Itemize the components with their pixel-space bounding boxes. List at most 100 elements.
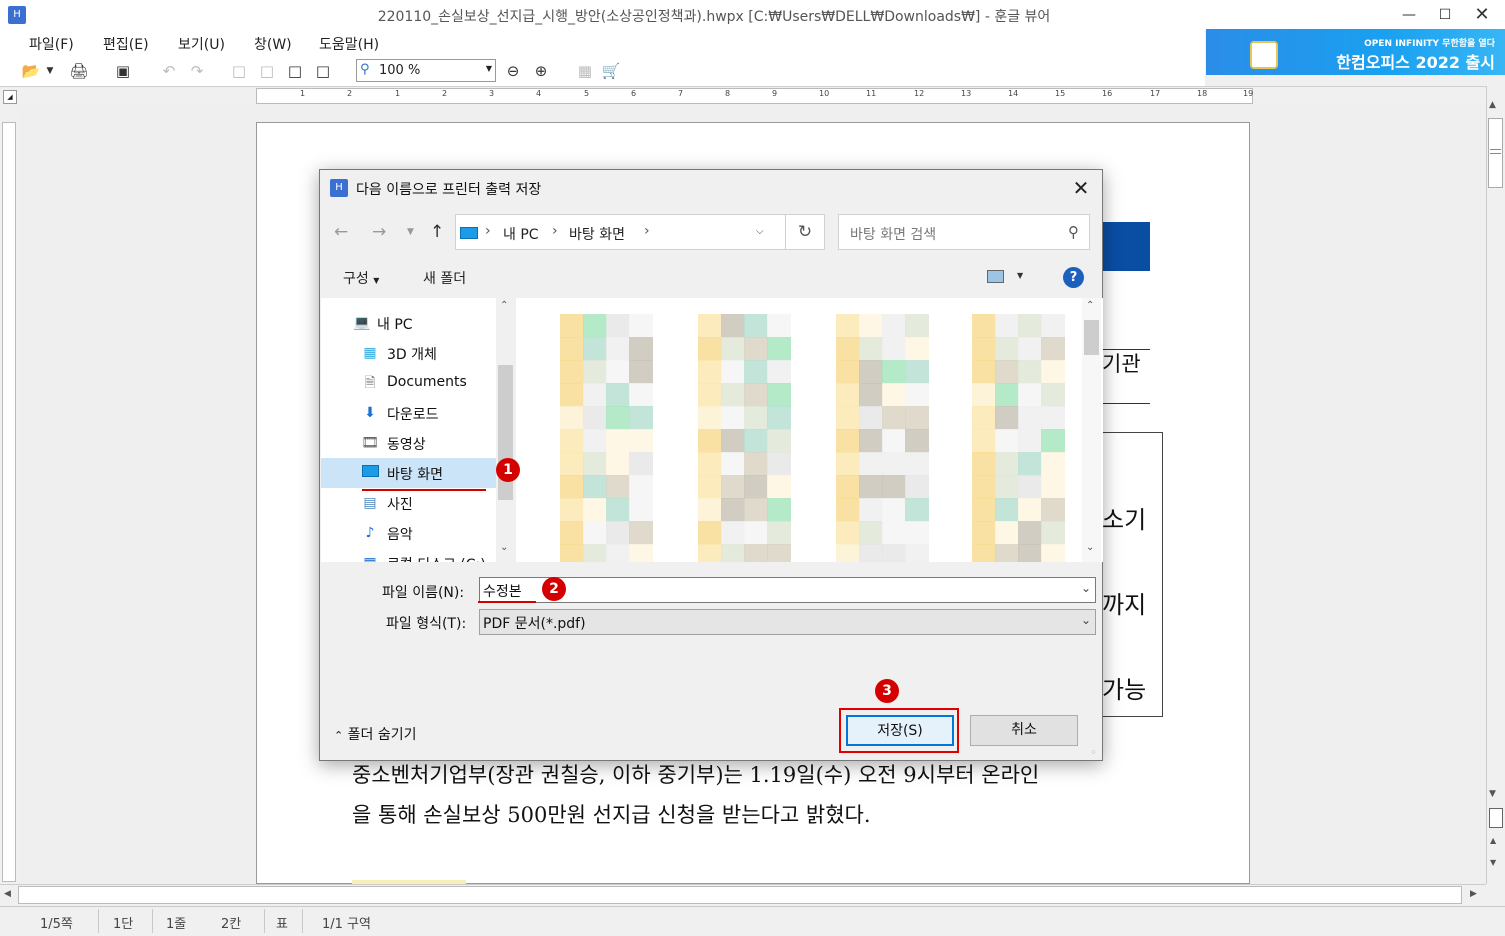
nav-item-local-disk[interactable]: ▦ 로컬 디스크 (C:) xyxy=(321,548,496,562)
find-icon[interactable]: ▣ xyxy=(112,60,134,82)
blurred-tile xyxy=(721,452,745,476)
blurred-tile xyxy=(995,429,1019,453)
open-folder-icon[interactable]: 📂 xyxy=(20,60,42,82)
blurred-tile xyxy=(1041,498,1065,522)
blurred-tile xyxy=(560,383,584,407)
zoom-in-icon[interactable]: ⊕ xyxy=(530,60,552,82)
breadcrumb-my-pc[interactable]: 내 PC xyxy=(503,224,539,244)
close-icon[interactable]: ✕ xyxy=(1459,0,1505,30)
blurred-tile xyxy=(767,429,791,453)
blurred-tile xyxy=(972,429,996,453)
scroll-down-icon[interactable]: ▼ xyxy=(1489,789,1496,799)
nav-item-documents[interactable]: 🗎 Documents xyxy=(321,368,496,398)
page-next-icon[interactable]: □ xyxy=(284,60,306,82)
blurred-tile xyxy=(606,498,630,522)
nav-item-music[interactable]: ♪ 음악 xyxy=(321,518,496,548)
page-up-icon[interactable]: ▲ xyxy=(1490,836,1496,845)
new-folder-button[interactable]: 새 폴더 xyxy=(423,268,466,288)
menu-edit[interactable]: 편집(E) xyxy=(103,34,149,54)
scroll-right-icon[interactable]: ▶ xyxy=(1470,889,1477,899)
blurred-tile xyxy=(583,360,607,384)
nav-item-my-pc[interactable]: 💻 내 PC xyxy=(321,308,496,338)
file-type-select[interactable]: PDF 문서(*.pdf) ⌄ xyxy=(479,609,1096,635)
nav-item-label: 음악 xyxy=(387,527,413,543)
chevron-down-icon[interactable]: ▼ xyxy=(1017,271,1023,280)
vertical-ruler[interactable] xyxy=(2,122,16,882)
vertical-scrollbar[interactable]: ▲ ▼ ▲ ▼ xyxy=(1486,86,1505,884)
recent-dropdown-icon[interactable]: ▼ xyxy=(407,227,414,237)
blurred-tile xyxy=(905,429,929,453)
ruler-label: 8 xyxy=(725,89,731,98)
scroll-left-icon[interactable]: ◀ xyxy=(4,889,11,899)
scroll-up-icon[interactable]: ⌃ xyxy=(1086,300,1094,311)
scroll-up-icon[interactable]: ▲ xyxy=(1489,100,1496,110)
dropdown-arrow-icon[interactable]: ▼ xyxy=(44,60,56,82)
undo-icon[interactable]: ↶ xyxy=(158,60,180,82)
blurred-tile xyxy=(882,452,906,476)
ruler-label: 9 xyxy=(772,89,778,98)
horizontal-ruler[interactable]: 1 2 1 2 3 4 5 6 7 8 9 10 11 12 13 14 15 16 17 18 19 xyxy=(256,88,1253,104)
page-view-icon[interactable] xyxy=(1489,808,1503,828)
zoom-out-icon[interactable]: ⊖ xyxy=(502,60,524,82)
scroll-up-icon[interactable]: ⌃ xyxy=(500,300,508,311)
chevron-down-icon[interactable]: ⌵ xyxy=(756,226,764,237)
nav-item-downloads[interactable]: ⬇ 다운로드 xyxy=(321,398,496,428)
scroll-down-icon[interactable]: ⌄ xyxy=(1086,542,1094,553)
up-icon[interactable]: ↑ xyxy=(430,222,444,242)
help-icon[interactable]: ? xyxy=(1063,267,1084,288)
cart-icon[interactable]: 🛒 xyxy=(600,60,622,82)
blurred-tile xyxy=(1018,452,1042,476)
menu-view[interactable]: 보기(U) xyxy=(178,34,225,54)
breadcrumb-desktop[interactable]: 바탕 화면 xyxy=(569,224,625,244)
forward-icon[interactable]: → xyxy=(372,222,386,242)
nav-item-videos[interactable]: 🎞 동영상 xyxy=(321,428,496,458)
menu-help[interactable]: 도움말(H) xyxy=(319,34,379,54)
status-table: 표 xyxy=(276,917,288,932)
annotation-underline-2 xyxy=(478,601,536,603)
chevron-down-icon[interactable]: ⌄ xyxy=(1081,613,1091,627)
horizontal-scroll-thumb[interactable] xyxy=(18,886,1462,904)
close-icon[interactable]: ✕ xyxy=(1066,176,1096,200)
nav-item-3d-objects[interactable]: ▦ 3D 개체 xyxy=(321,338,496,368)
menu-window[interactable]: 창(W) xyxy=(254,34,292,54)
chevron-down-icon[interactable]: ⌄ xyxy=(1081,581,1091,595)
cancel-button[interactable]: 취소 xyxy=(970,715,1078,746)
blurred-tile xyxy=(1018,406,1042,430)
blurred-tile xyxy=(767,475,791,499)
hide-folders-button[interactable]: ⌃ 폴더 숨기기 xyxy=(334,724,417,744)
ruler-toggle-icon[interactable]: ◢ xyxy=(3,90,17,104)
blurred-tile xyxy=(698,360,722,384)
organize-button[interactable]: 구성 ▼ xyxy=(343,268,379,288)
file-list[interactable] xyxy=(516,298,1103,562)
hide-folders-label: 폴더 숨기기 xyxy=(347,727,417,743)
back-icon[interactable]: ← xyxy=(334,222,348,242)
nav-item-desktop[interactable]: 바탕 화면 xyxy=(321,458,496,488)
refresh-icon[interactable]: ↻ xyxy=(785,214,825,250)
zoom-select[interactable]: ⚲ 100 % ▼ xyxy=(356,59,496,82)
page-end-icon[interactable]: □ xyxy=(312,60,334,82)
page-down-icon[interactable]: ▼ xyxy=(1490,858,1496,867)
ruler-label: 12 xyxy=(914,89,925,98)
file-scroll-thumb[interactable] xyxy=(1084,320,1099,355)
menu-file[interactable]: 파일(F) xyxy=(29,34,74,54)
blurred-tile xyxy=(836,475,860,499)
view-options-icon[interactable] xyxy=(987,270,1004,283)
blurred-tile xyxy=(836,429,860,453)
file-name-label: 파일 이름(N): xyxy=(382,585,465,601)
search-input[interactable]: 바탕 화면 검색 ⚲ xyxy=(838,214,1090,250)
hancom-icon[interactable]: ▦ xyxy=(574,60,596,82)
page-prev-icon[interactable]: □ xyxy=(256,60,278,82)
scroll-down-icon[interactable]: ⌄ xyxy=(500,542,508,553)
blurred-tile xyxy=(836,314,860,338)
magnifier-icon: ⚲ xyxy=(360,62,370,77)
print-icon[interactable]: 🖨 xyxy=(68,60,90,82)
promo-banner[interactable]: OPEN INFINITY 무한함을 열다 한컴오피스 2022 출시 xyxy=(1206,29,1505,75)
page-icon[interactable]: □ xyxy=(228,60,250,82)
resize-grip-icon[interactable]: ⁘ xyxy=(1090,748,1097,757)
redo-icon[interactable]: ↷ xyxy=(186,60,208,82)
blurred-tile xyxy=(721,429,745,453)
address-bar[interactable]: › 내 PC › 바탕 화면 › ⌵ xyxy=(455,214,825,250)
nav-item-pictures[interactable]: ▤ 사진 xyxy=(321,488,496,518)
file-name-input[interactable]: 수정본 ⌄ xyxy=(479,577,1096,603)
vertical-scroll-thumb[interactable] xyxy=(1488,118,1503,188)
